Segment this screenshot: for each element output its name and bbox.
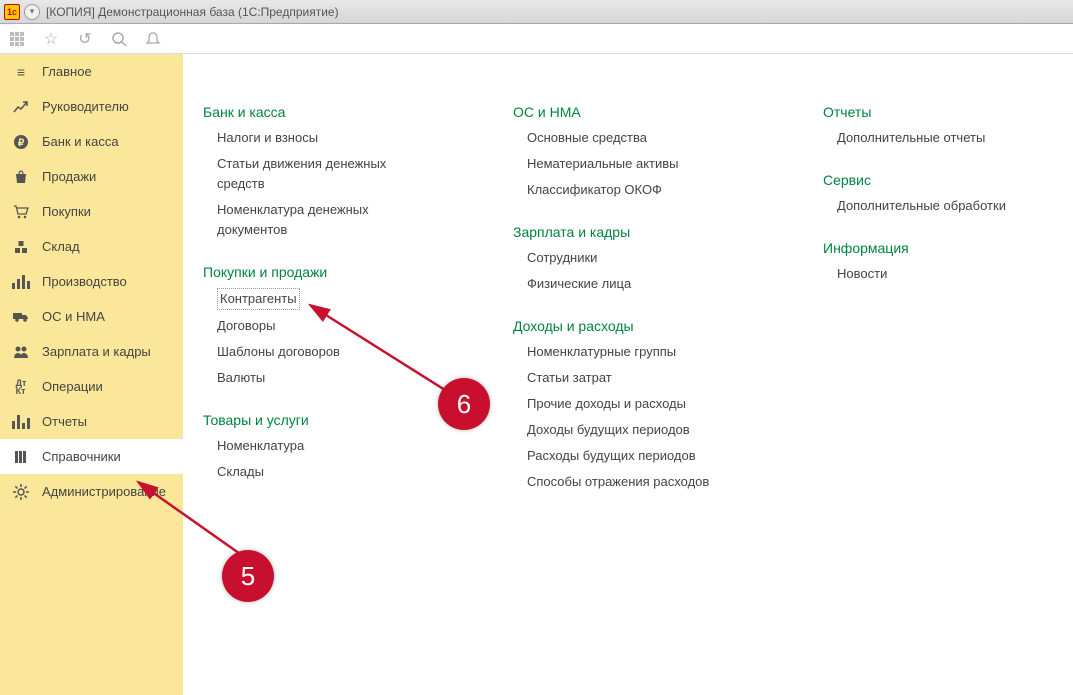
callout-6: 6	[438, 378, 490, 430]
section-title[interactable]: Покупки и продажи	[203, 264, 433, 280]
main-content: Банк и касса Налоги и взносы Статьи движ…	[183, 54, 1073, 695]
sidebar-item-label: Руководителю	[42, 99, 129, 114]
bell-icon[interactable]	[144, 30, 162, 48]
window-title: [КОПИЯ] Демонстрационная база (1С:Предпр…	[46, 5, 339, 19]
dtkt-icon: ДтКт	[12, 378, 30, 396]
column-2: ОС и НМА Основные средства Нематериальны…	[513, 104, 743, 675]
sidebar-item-label: Продажи	[42, 169, 96, 184]
ruble-icon: ₽	[12, 133, 30, 151]
sidebar: ≡ Главное Руководителю ₽ Банк и касса Пр…	[0, 54, 183, 695]
link-item[interactable]: Налоги и взносы	[217, 128, 433, 148]
section-title[interactable]: Зарплата и кадры	[513, 224, 743, 240]
gear-icon	[12, 483, 30, 501]
link-item[interactable]: Дополнительные отчеты	[837, 128, 1053, 148]
sidebar-item-label: Производство	[42, 274, 127, 289]
truck-icon	[12, 308, 30, 326]
titlebar: 1c ▾ [КОПИЯ] Демонстрационная база (1С:П…	[0, 0, 1073, 24]
sidebar-item-label: Администрирование	[42, 484, 166, 499]
link-item[interactable]: Номенклатурные группы	[527, 342, 743, 362]
link-item[interactable]: Способы отражения расходов	[527, 472, 743, 492]
history-icon[interactable]: ↺	[76, 30, 94, 48]
sidebar-item-warehouse[interactable]: Склад	[0, 229, 183, 264]
sidebar-item-hr[interactable]: Зарплата и кадры	[0, 334, 183, 369]
cart-icon	[12, 203, 30, 221]
sidebar-item-bank[interactable]: ₽ Банк и касса	[0, 124, 183, 159]
section-title[interactable]: Банк и касса	[203, 104, 433, 120]
link-contractors[interactable]: Контрагенты	[217, 288, 300, 310]
section-title[interactable]: Доходы и расходы	[513, 318, 743, 334]
callout-label: 6	[457, 389, 471, 420]
sidebar-item-label: Главное	[42, 64, 92, 79]
sidebar-item-label: Отчеты	[42, 414, 87, 429]
sidebar-item-admin[interactable]: Администрирование	[0, 474, 183, 509]
sidebar-item-label: Склад	[42, 239, 80, 254]
sidebar-item-sales[interactable]: Продажи	[0, 159, 183, 194]
svg-text:₽: ₽	[18, 138, 25, 149]
callout-label: 5	[241, 561, 255, 592]
link-item[interactable]: Новости	[837, 264, 1053, 284]
section-title[interactable]: Сервис	[823, 172, 1053, 188]
link-item[interactable]: Склады	[217, 462, 433, 482]
sidebar-item-label: Банк и касса	[42, 134, 119, 149]
link-item[interactable]: Договоры	[217, 316, 433, 336]
sidebar-item-label: Покупки	[42, 204, 91, 219]
app-icon: 1c	[4, 4, 20, 20]
people-icon	[12, 343, 30, 361]
sidebar-item-reports[interactable]: Отчеты	[0, 404, 183, 439]
sidebar-item-label: Зарплата и кадры	[42, 344, 151, 359]
link-item[interactable]: Номенклатура денежных документов	[217, 200, 433, 240]
sidebar-item-label: ОС и НМА	[42, 309, 105, 324]
sidebar-item-manager[interactable]: Руководителю	[0, 89, 183, 124]
star-icon[interactable]: ☆	[42, 30, 60, 48]
link-item[interactable]: Статьи движения денежных средств	[217, 154, 433, 194]
trend-icon	[12, 98, 30, 116]
sidebar-item-label: Операции	[42, 379, 103, 394]
books-icon	[12, 448, 30, 466]
link-item[interactable]: Физические лица	[527, 274, 743, 294]
sidebar-item-assets[interactable]: ОС и НМА	[0, 299, 183, 334]
callout-5: 5	[222, 550, 274, 602]
section-title[interactable]: Отчеты	[823, 104, 1053, 120]
link-item[interactable]: Дополнительные обработки	[837, 196, 1053, 216]
sidebar-item-main[interactable]: ≡ Главное	[0, 54, 183, 89]
sidebar-item-purchases[interactable]: Покупки	[0, 194, 183, 229]
link-item[interactable]: Классификатор ОКОФ	[527, 180, 743, 200]
link-item[interactable]: Валюты	[217, 368, 433, 388]
bag-icon	[12, 168, 30, 186]
link-item[interactable]: Доходы будущих периодов	[527, 420, 743, 440]
link-item[interactable]: Шаблоны договоров	[217, 342, 433, 362]
link-item[interactable]: Расходы будущих периодов	[527, 446, 743, 466]
boxes-icon	[12, 238, 30, 256]
section-title[interactable]: Товары и услуги	[203, 412, 433, 428]
chart-icon	[12, 413, 30, 431]
factory-icon	[12, 273, 30, 291]
link-item[interactable]: Номенклатура	[217, 436, 433, 456]
link-item[interactable]: Основные средства	[527, 128, 743, 148]
link-item[interactable]: Сотрудники	[527, 248, 743, 268]
sidebar-item-operations[interactable]: ДтКт Операции	[0, 369, 183, 404]
sidebar-item-catalogs[interactable]: Справочники	[0, 439, 183, 474]
menu-icon: ≡	[12, 63, 30, 81]
sidebar-item-label: Справочники	[42, 449, 121, 464]
sidebar-item-production[interactable]: Производство	[0, 264, 183, 299]
section-title[interactable]: ОС и НМА	[513, 104, 743, 120]
toolbar: ☆ ↺	[0, 24, 1073, 54]
link-item[interactable]: Прочие доходы и расходы	[527, 394, 743, 414]
link-item[interactable]: Нематериальные активы	[527, 154, 743, 174]
link-item[interactable]: Статьи затрат	[527, 368, 743, 388]
column-3: Отчеты Дополнительные отчеты Сервис Допо…	[823, 104, 1053, 675]
apps-icon[interactable]	[8, 30, 26, 48]
app-menu-dropdown[interactable]: ▾	[24, 4, 40, 20]
search-icon[interactable]	[110, 30, 128, 48]
section-title[interactable]: Информация	[823, 240, 1053, 256]
